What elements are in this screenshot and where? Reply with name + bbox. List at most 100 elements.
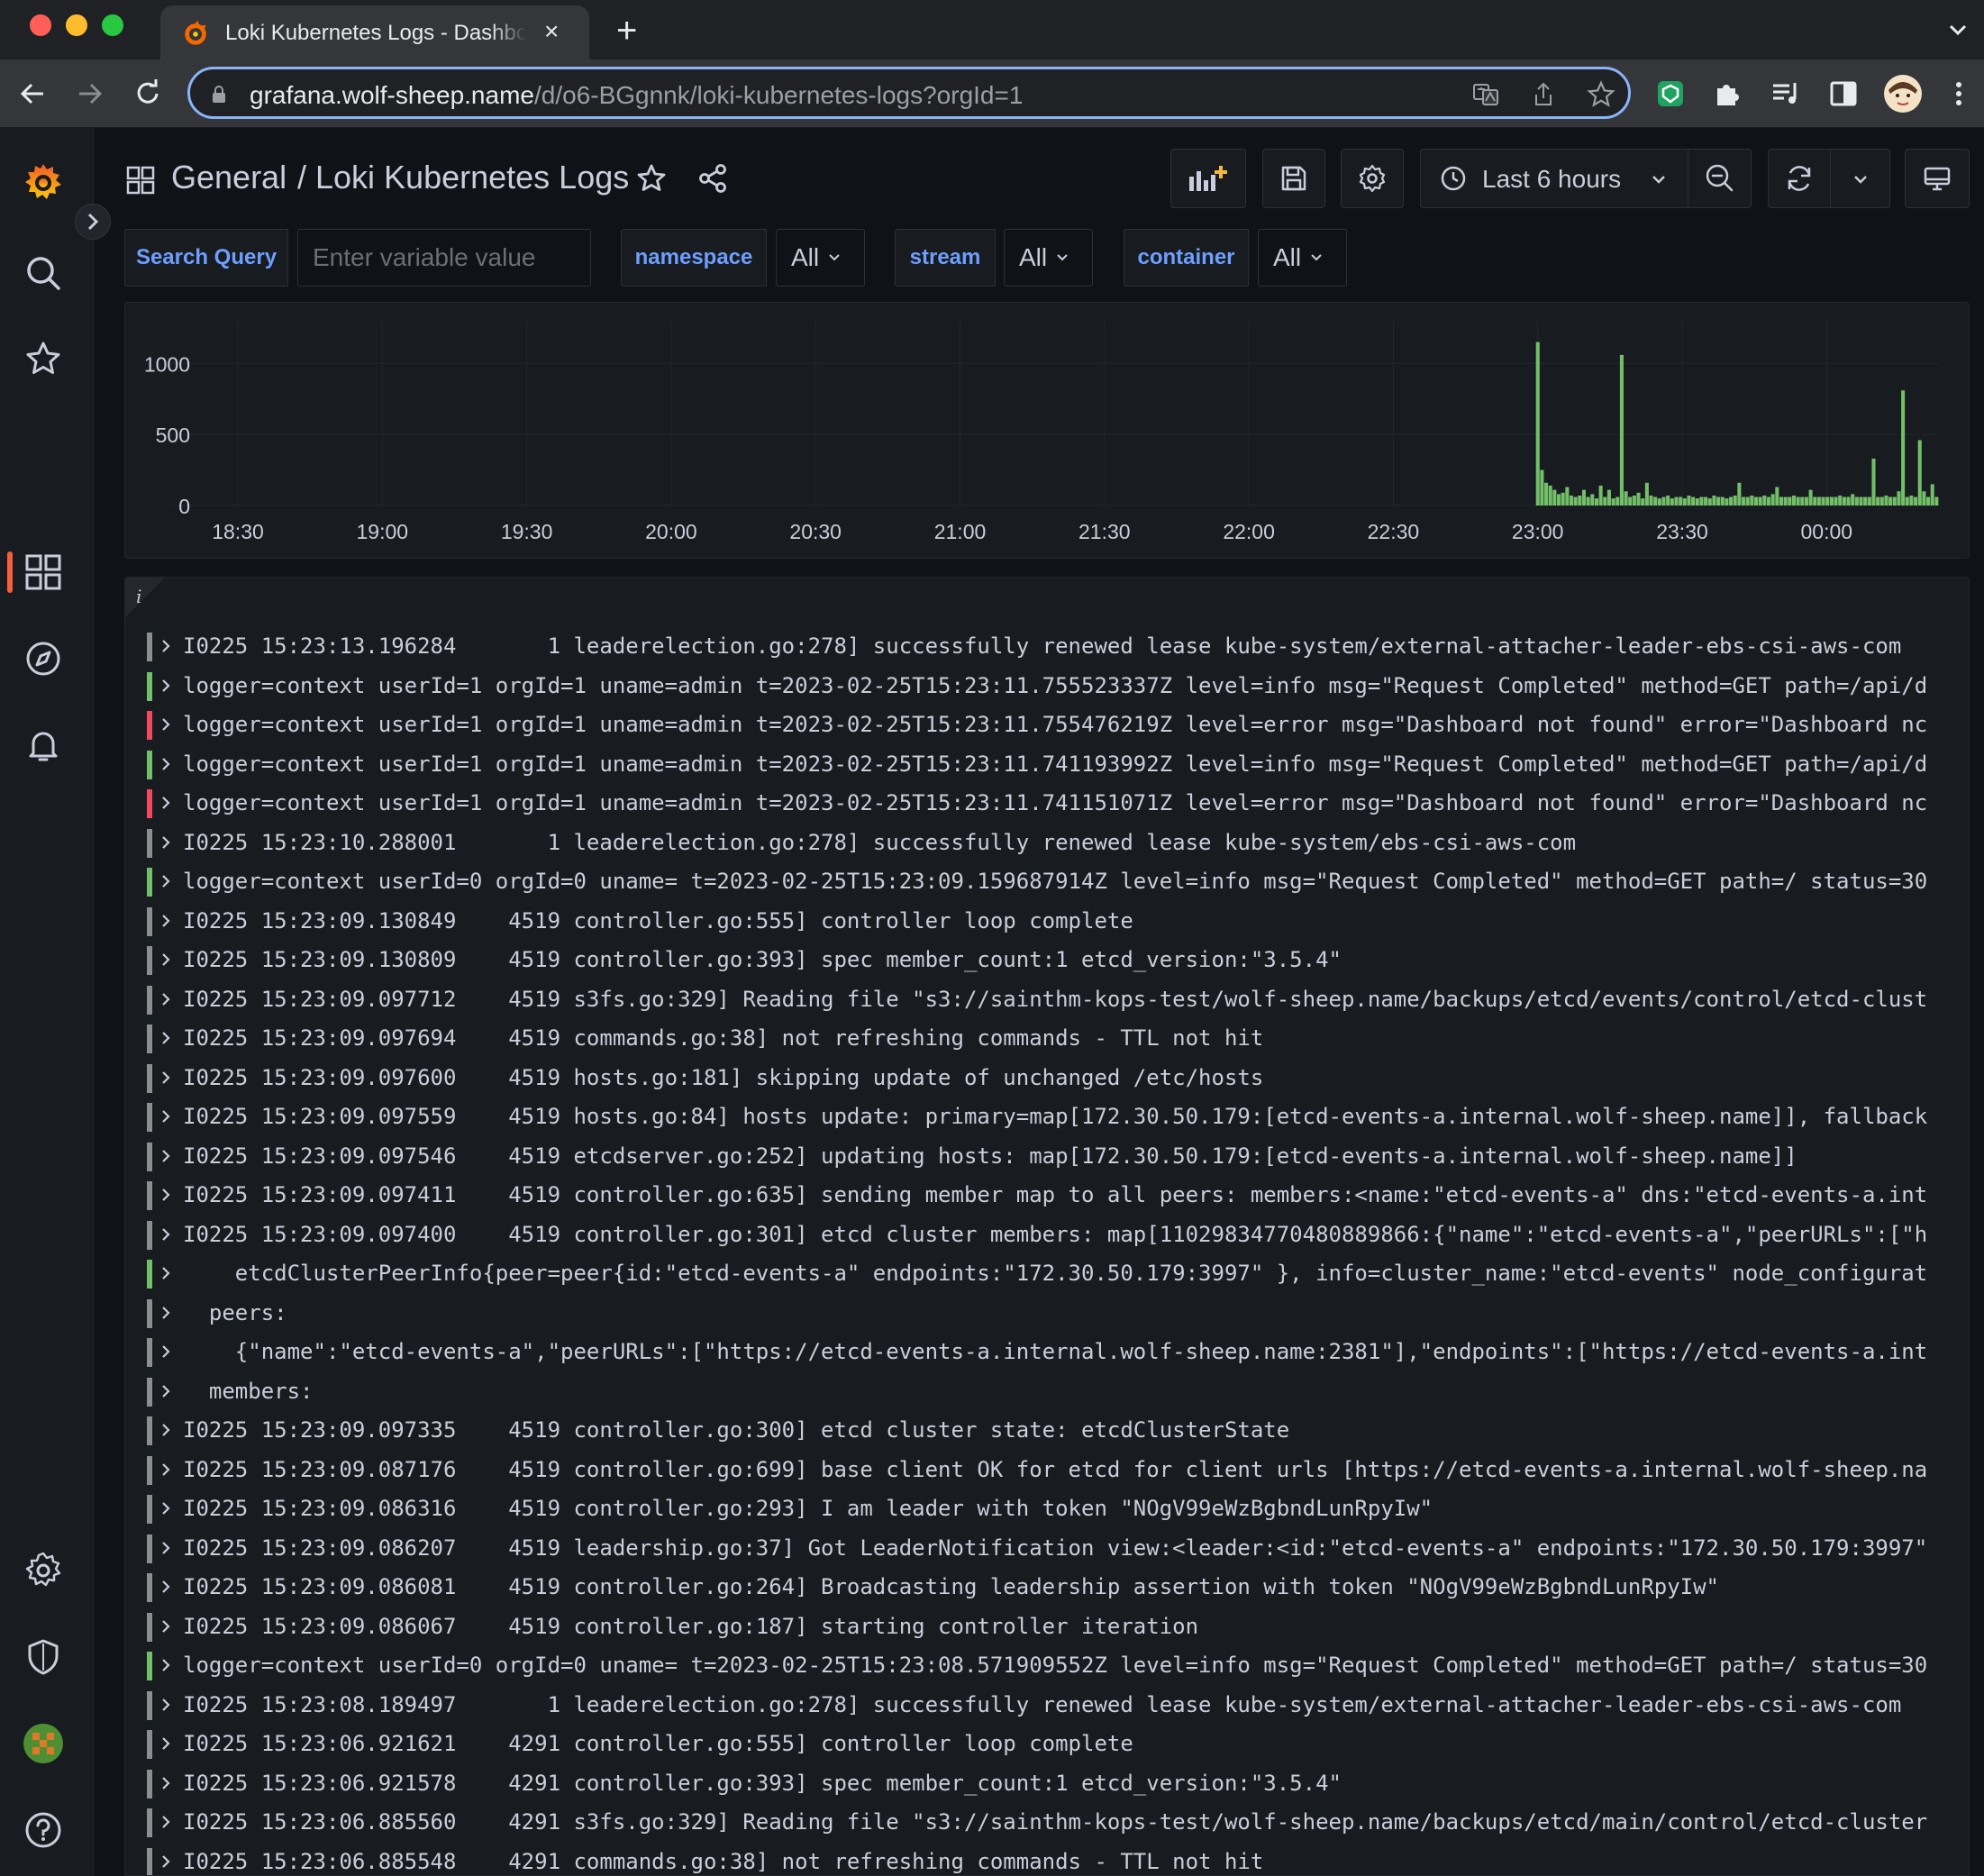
log-row[interactable]: members: [147, 1372, 1958, 1412]
breadcrumb-folder[interactable]: General [171, 159, 287, 196]
chevron-right-icon[interactable] [159, 1148, 172, 1164]
chevron-right-icon[interactable] [159, 1500, 172, 1516]
share-icon[interactable] [1529, 80, 1558, 109]
search-query-input[interactable]: Enter variable value [297, 229, 591, 287]
chevron-right-icon[interactable] [159, 678, 172, 694]
reload-icon[interactable] [132, 77, 164, 110]
container-select[interactable]: All [1258, 229, 1347, 287]
extension-shield-icon[interactable] [1654, 77, 1687, 110]
chevron-right-icon[interactable] [159, 1540, 172, 1556]
chevron-right-icon[interactable] [159, 952, 172, 968]
chevron-right-icon[interactable] [159, 1814, 172, 1830]
chevron-down-icon[interactable] [1852, 170, 1870, 188]
chevron-right-icon[interactable] [159, 1226, 172, 1243]
close-window-button[interactable] [30, 14, 51, 36]
log-row[interactable]: I0225 15:23:09.097546 4519 etcdserver.go… [147, 1137, 1958, 1177]
chevron-right-icon[interactable] [159, 873, 172, 889]
new-tab-button[interactable]: + [616, 11, 637, 50]
log-row[interactable]: logger=context userId=1 orgId=1 uname=ad… [147, 706, 1958, 745]
log-row[interactable]: I0225 15:23:06.885560 4291 s3fs.go:329] … [147, 1803, 1958, 1843]
grafana-logo-icon[interactable] [20, 159, 67, 205]
log-row[interactable]: I0225 15:23:06.921621 4291 controller.go… [147, 1725, 1958, 1764]
log-row[interactable]: I0225 15:23:09.130809 4519 controller.go… [147, 941, 1958, 980]
help-icon[interactable] [23, 1809, 64, 1851]
close-tab-icon[interactable]: × [544, 18, 559, 45]
log-volume-chart[interactable]: 0 500 1000 18:30 19:00 19:30 20:00 20:30 21:00 21… [125, 303, 1970, 560]
add-panel-button[interactable] [1170, 149, 1246, 208]
log-row[interactable]: I0225 15:23:09.086207 4519 leadership.go… [147, 1529, 1958, 1569]
chevron-right-icon[interactable] [159, 834, 172, 851]
chevron-right-icon[interactable] [159, 1265, 172, 1281]
browser-tab[interactable]: Loki Kubernetes Logs - Dashboard × [160, 5, 589, 59]
log-row[interactable]: logger=context userId=1 orgId=1 uname=ad… [147, 745, 1958, 785]
save-dashboard-button[interactable] [1262, 149, 1325, 208]
log-row[interactable]: logger=context userId=1 orgId=1 uname=ad… [147, 667, 1958, 706]
settings-gear-icon[interactable] [23, 1550, 64, 1591]
media-control-icon[interactable] [1770, 77, 1802, 110]
chevron-right-icon[interactable] [159, 1383, 172, 1399]
minimize-window-button[interactable] [66, 14, 87, 36]
chevron-right-icon[interactable] [159, 716, 172, 733]
chevron-right-icon[interactable] [159, 1618, 172, 1635]
log-row[interactable]: logger=context userId=0 orgId=0 uname= t… [147, 862, 1958, 902]
tv-mode-button[interactable] [1905, 149, 1970, 208]
refresh-dashboard-button[interactable] [1768, 149, 1890, 208]
log-row[interactable]: I0225 15:23:09.097411 4519 controller.go… [147, 1176, 1958, 1216]
info-icon[interactable]: i [136, 586, 141, 607]
back-arrow-icon[interactable] [16, 77, 49, 110]
stream-select[interactable]: All [1004, 229, 1093, 287]
log-row[interactable]: I0225 15:23:08.189497 1 leaderelection.g… [147, 1686, 1958, 1726]
dashboard-settings-button[interactable] [1341, 149, 1404, 208]
explore-compass-icon[interactable] [23, 638, 64, 679]
chevron-right-icon[interactable] [159, 756, 172, 772]
side-panel-icon[interactable] [1827, 77, 1860, 110]
chevron-right-icon[interactable] [159, 1775, 172, 1791]
time-range-picker[interactable]: Last 6 hours [1420, 149, 1752, 208]
chevron-right-icon[interactable] [159, 1108, 172, 1125]
log-row[interactable]: peers: [147, 1294, 1958, 1334]
search-icon[interactable] [23, 252, 64, 294]
chevron-right-icon[interactable] [159, 638, 172, 654]
admin-shield-icon[interactable] [23, 1636, 64, 1678]
browser-menu-icon[interactable] [1943, 77, 1975, 110]
chevron-right-icon[interactable] [159, 913, 172, 929]
chevron-right-icon[interactable] [159, 795, 172, 811]
log-row[interactable]: I0225 15:23:09.097600 4519 hosts.go:181]… [147, 1059, 1958, 1098]
log-row[interactable]: I0225 15:23:09.086316 4519 controller.go… [147, 1489, 1958, 1529]
chevron-right-icon[interactable] [159, 1657, 172, 1673]
log-row[interactable]: I0225 15:23:09.097694 4519 commands.go:3… [147, 1019, 1958, 1059]
chevron-right-icon[interactable] [159, 991, 172, 1007]
log-row[interactable]: {"name":"etcd-events-a","peerURLs":["htt… [147, 1333, 1958, 1372]
chevron-right-icon[interactable] [159, 1343, 172, 1360]
chevron-right-icon[interactable] [159, 1030, 172, 1046]
chevron-right-icon[interactable] [159, 1070, 172, 1086]
log-row[interactable]: I0225 15:23:06.921578 4291 controller.go… [147, 1764, 1958, 1804]
log-row[interactable]: etcdClusterPeerInfo{peer=peer{id:"etcd-e… [147, 1254, 1958, 1294]
log-row[interactable]: I0225 15:23:09.097400 4519 controller.go… [147, 1216, 1958, 1255]
bookmark-star-icon[interactable] [1587, 80, 1615, 109]
chevron-right-icon[interactable] [159, 1305, 172, 1321]
log-row[interactable]: I0225 15:23:09.086081 4519 controller.go… [147, 1568, 1958, 1607]
forward-arrow-icon[interactable] [74, 77, 106, 110]
chevron-right-icon[interactable] [159, 1422, 172, 1438]
log-row[interactable]: I0225 15:23:13.196284 1 leaderelection.g… [147, 627, 1958, 667]
dashboards-icon[interactable] [23, 551, 64, 593]
log-row[interactable]: logger=context userId=1 orgId=1 uname=ad… [147, 784, 1958, 824]
address-bar[interactable]: grafana.wolf-sheep.name/d/o6-BGgnnk/loki… [187, 67, 1631, 119]
maximize-window-button[interactable] [102, 14, 123, 36]
log-row[interactable]: I0225 15:23:09.086067 4519 controller.go… [147, 1607, 1958, 1647]
namespace-select[interactable]: All [776, 229, 865, 287]
log-row[interactable]: I0225 15:23:09.130849 4519 controller.go… [147, 902, 1958, 942]
panel-info-corner[interactable] [125, 578, 165, 617]
log-row[interactable]: I0225 15:23:09.097712 4519 s3fs.go:329] … [147, 980, 1958, 1020]
log-row[interactable]: I0225 15:23:09.097335 4519 controller.go… [147, 1411, 1958, 1451]
zoom-out-icon[interactable] [1704, 162, 1736, 195]
log-row[interactable]: I0225 15:23:10.288001 1 leaderelection.g… [147, 824, 1958, 863]
chevron-right-icon[interactable] [159, 1187, 172, 1203]
chevron-right-icon[interactable] [159, 1462, 172, 1478]
extensions-puzzle-icon[interactable] [1712, 77, 1744, 110]
user-avatar[interactable] [23, 1723, 64, 1764]
log-row[interactable]: I0225 15:23:09.097559 4519 hosts.go:84] … [147, 1097, 1958, 1137]
starred-icon[interactable] [23, 339, 64, 380]
lock-icon[interactable] [212, 86, 226, 104]
